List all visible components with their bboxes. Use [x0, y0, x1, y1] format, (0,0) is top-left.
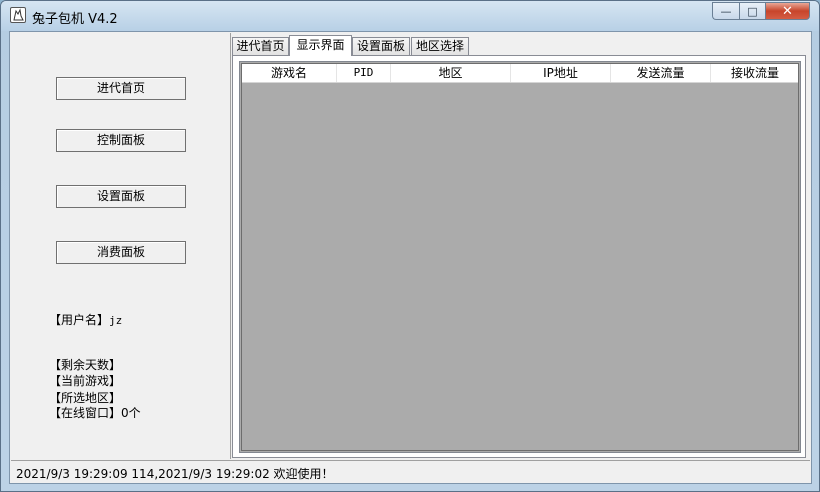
username-label: 【用户名】 [49, 313, 110, 327]
column-header-pid[interactable]: PID [337, 64, 391, 82]
session-list[interactable]: 游戏名 PID 地区 IP地址 发送流量 接收流量 [239, 61, 801, 453]
tab-content-display: 游戏名 PID 地区 IP地址 发送流量 接收流量 [232, 55, 806, 458]
close-icon: ✕ [782, 3, 793, 19]
home-button[interactable]: 进代首页 [56, 77, 186, 100]
tab-home[interactable]: 进代首页 [232, 37, 289, 55]
online-windows-line: 【在线窗口】0个 [49, 404, 141, 421]
column-header-received[interactable]: 接收流量 [711, 64, 799, 82]
tab-display[interactable]: 显示界面 [289, 35, 352, 56]
tab-region-select[interactable]: 地区选择 [411, 37, 469, 55]
column-header-sent[interactable]: 发送流量 [611, 64, 711, 82]
control-panel-button[interactable]: 控制面板 [56, 129, 186, 152]
title-bar[interactable]: 兔子包机 V4.2 — □ ✕ [1, 1, 819, 31]
remaining-days-line: 【剩余天数】 [49, 356, 121, 373]
settings-panel-button[interactable]: 设置面板 [56, 185, 186, 208]
window-controls: — □ ✕ [712, 2, 810, 21]
column-header-ip[interactable]: IP地址 [511, 64, 611, 82]
column-header-game-name[interactable]: 游戏名 [242, 64, 337, 82]
status-text: 2021/9/3 19:29:09 114,2021/9/3 19:29:02 … [16, 467, 334, 481]
username-line: 【用户名】jz [49, 311, 122, 328]
minimize-icon: — [720, 4, 732, 18]
left-panel: 进代首页 控制面板 设置面板 消费面板 【用户名】jz 【剩余天数】 【当前游戏… [11, 33, 231, 459]
column-header-region[interactable]: 地区 [391, 64, 511, 82]
minimize-button[interactable]: — [712, 2, 739, 20]
online-windows-label: 【在线窗口】 [49, 406, 122, 420]
session-list-inner: 游戏名 PID 地区 IP地址 发送流量 接收流量 [241, 63, 799, 451]
online-windows-value: 0个 [121, 406, 141, 420]
status-bar: 2021/9/3 19:29:09 114,2021/9/3 19:29:02 … [11, 460, 810, 483]
app-icon [10, 7, 26, 23]
username-value: jz [109, 314, 123, 327]
client-area: 进代首页 控制面板 设置面板 消费面板 【用户名】jz 【剩余天数】 【当前游戏… [9, 31, 812, 484]
list-header: 游戏名 PID 地区 IP地址 发送流量 接收流量 [242, 64, 798, 83]
current-game-line: 【当前游戏】 [49, 372, 121, 389]
selected-region-label: 【所选地区】 [49, 391, 122, 405]
current-game-label: 【当前游戏】 [49, 374, 122, 388]
close-button[interactable]: ✕ [765, 2, 810, 20]
tab-settings[interactable]: 设置面板 [352, 37, 410, 55]
consumption-panel-button[interactable]: 消费面板 [56, 241, 186, 264]
app-window: 兔子包机 V4.2 — □ ✕ 进代首页 控制面板 设置面板 消费面板 【用户名… [0, 0, 820, 492]
maximize-button[interactable]: □ [739, 2, 765, 20]
maximize-icon: □ [747, 4, 758, 18]
remaining-days-label: 【剩余天数】 [49, 358, 122, 372]
window-title: 兔子包机 V4.2 [32, 12, 118, 27]
